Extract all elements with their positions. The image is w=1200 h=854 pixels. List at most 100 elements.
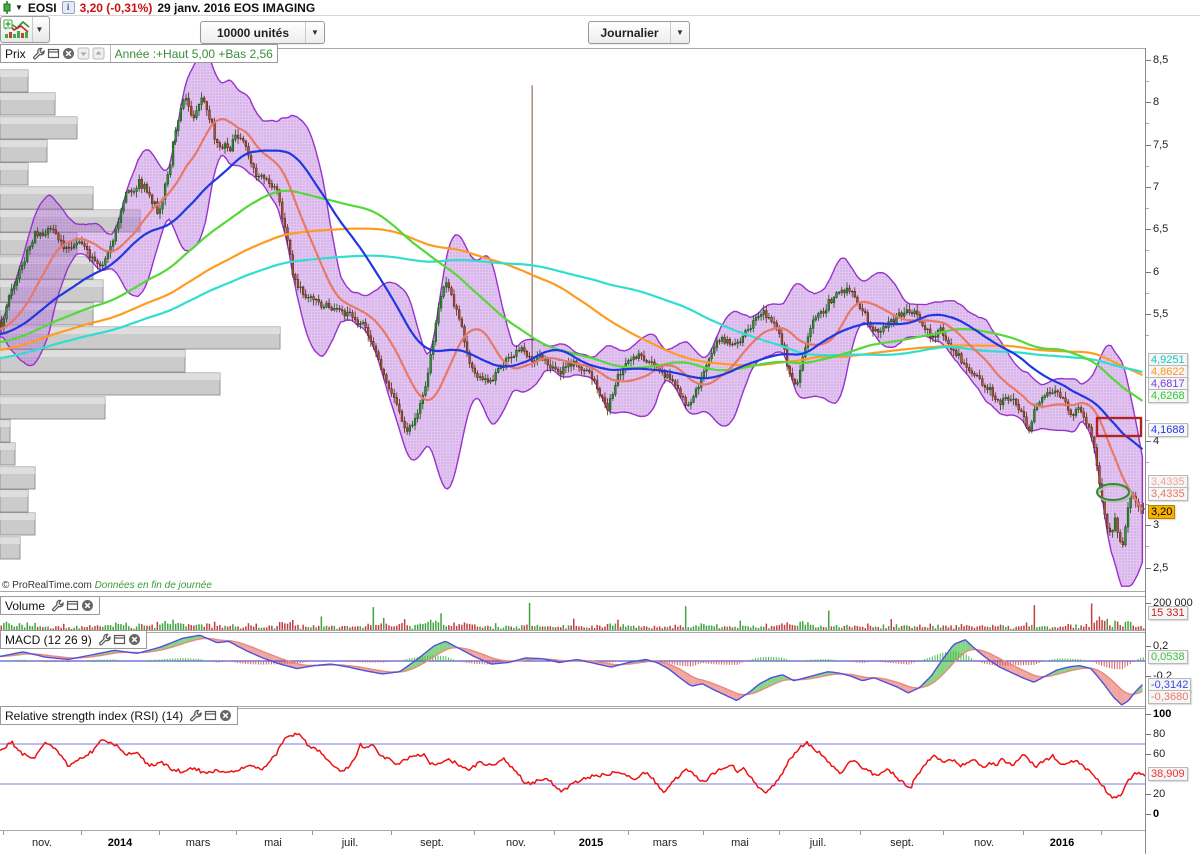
info-icon[interactable]: i <box>62 1 75 14</box>
price-pane-header: Prix Année :+Haut 5,00 +Bas 2,56 <box>0 44 278 63</box>
rsi-axis-tick <box>1146 714 1151 715</box>
indicator-value-label: 3,4335 <box>1148 487 1188 501</box>
price-axis-minor-tick <box>1146 462 1149 463</box>
wrench-icon[interactable] <box>189 709 202 722</box>
time-axis-label: 2016 <box>1050 837 1074 849</box>
price-axis-tick-label: 8,5 <box>1153 54 1168 66</box>
price-axis-tick <box>1146 60 1151 61</box>
macd-pane-header: MACD (12 26 9) <box>0 630 147 649</box>
copyright-note: © ProRealTime.com Données en fin de jour… <box>2 580 212 591</box>
rsi-axis-tick <box>1146 754 1151 755</box>
time-axis-tick <box>860 831 861 835</box>
price-axis-tick-label: 2,5 <box>1153 562 1168 574</box>
move-pane-down-icon[interactable] <box>77 47 90 60</box>
close-icon[interactable] <box>219 709 232 722</box>
price-axis-minor-tick <box>1146 420 1149 421</box>
quote-bar: ▼ EOSI i 3,20 (-0,31%) 29 janv. 2016 EOS… <box>0 0 1200 16</box>
price-axis-tick <box>1146 102 1151 103</box>
window-icon[interactable] <box>113 633 126 646</box>
time-axis-tick <box>1023 831 1024 835</box>
indicator-value-label: 4,6268 <box>1148 389 1188 403</box>
close-icon[interactable] <box>62 47 75 60</box>
time-axis-tick <box>3 831 4 835</box>
price-axis-tick-label: 5,5 <box>1153 308 1168 320</box>
time-axis-tick <box>312 831 313 835</box>
rsi-axis-tick <box>1146 814 1151 815</box>
indicator-value-label: 4,1688 <box>1148 423 1188 437</box>
macd-value-label: -0,3680 <box>1148 690 1191 704</box>
price-axis-column: 8,587,576,565,5432,54,92514,86224,68174,… <box>1145 48 1200 854</box>
volume-chart[interactable] <box>0 597 1145 630</box>
toolbar: 10000 unités ▼ Journalier ▼ ▼ <box>0 16 1200 47</box>
macd-value-label: 0,0538 <box>1148 650 1188 664</box>
price-axis-tick-label: 6,5 <box>1153 223 1168 235</box>
indicator-settings-button[interactable]: ▼ <box>0 16 50 43</box>
price-axis-tick-label: 7,5 <box>1153 139 1168 151</box>
price-axis-tick-label: 3 <box>1153 519 1159 531</box>
move-pane-up-icon[interactable] <box>92 47 105 60</box>
price-axis-tick <box>1146 314 1151 315</box>
time-axis-tick <box>628 831 629 835</box>
close-icon[interactable] <box>128 633 141 646</box>
chevron-down-icon: ▼ <box>32 17 46 42</box>
quote-change: 3,20 (-0,31%) <box>80 1 153 15</box>
time-axis-tick <box>159 831 160 835</box>
price-axis-tick-label: 8 <box>1153 96 1159 108</box>
rsi-axis-tick <box>1146 734 1151 735</box>
time-axis-label: nov. <box>974 837 994 849</box>
price-axis-tick <box>1146 272 1151 273</box>
quote-date-name: 29 janv. 2016 EOS IMAGING <box>157 1 315 15</box>
macd-axis-tick <box>1146 646 1151 647</box>
price-chart[interactable] <box>0 48 1145 591</box>
time-axis-label: mars <box>186 837 210 849</box>
period-select[interactable]: Journalier ▼ <box>588 21 690 44</box>
price-axis-tick-label: 7 <box>1153 181 1159 193</box>
rsi-current-label: 38,909 <box>1148 767 1188 781</box>
rsi-chart[interactable] <box>0 709 1145 830</box>
chart-indicator-icon <box>2 19 32 40</box>
price-axis-minor-tick <box>1146 335 1149 336</box>
macd-pane-title: MACD (12 26 9) <box>5 633 92 647</box>
rsi-axis-tick-label: 20 <box>1153 788 1165 800</box>
price-axis-tick-label: 6 <box>1153 266 1159 278</box>
close-icon[interactable] <box>81 599 94 612</box>
wrench-icon[interactable] <box>98 633 111 646</box>
wrench-icon[interactable] <box>51 599 64 612</box>
time-axis-tick <box>391 831 392 835</box>
time-axis-tick <box>236 831 237 835</box>
time-axis-label: mars <box>653 837 677 849</box>
time-axis: nov.2014marsmaijuil.sept.nov.2015marsmai… <box>0 831 1145 854</box>
last-price-label: 3,20 <box>1148 505 1175 519</box>
volume-pane-header: Volume <box>0 596 100 615</box>
volume-axis-tick <box>1146 603 1151 604</box>
year-high-low-annotation: Année :+Haut 5,00 +Bas 2,56 <box>115 47 273 61</box>
pane-separator <box>0 591 1200 592</box>
time-axis-label: nov. <box>32 837 52 849</box>
time-axis-label: sept. <box>890 837 914 849</box>
rsi-axis-tick-label: 0 <box>1153 808 1159 820</box>
price-axis-minor-tick <box>1146 546 1149 547</box>
symbol-dropdown-caret[interactable]: ▼ <box>15 3 23 12</box>
wrench-icon[interactable] <box>32 47 45 60</box>
time-axis-tick <box>554 831 555 835</box>
units-select[interactable]: 10000 unités ▼ <box>200 21 325 44</box>
time-axis-label: 2015 <box>579 837 603 849</box>
time-axis-tick <box>943 831 944 835</box>
window-icon[interactable] <box>204 709 217 722</box>
rsi-axis-tick-label: 60 <box>1153 748 1165 760</box>
symbol-label: EOSI <box>28 1 57 15</box>
price-axis-minor-tick <box>1146 123 1149 124</box>
window-icon[interactable] <box>66 599 79 612</box>
time-axis-tick <box>474 831 475 835</box>
time-axis-label: mai <box>731 837 749 849</box>
time-axis-label: 2014 <box>108 837 132 849</box>
candle-icon <box>2 1 12 14</box>
window-icon[interactable] <box>47 47 60 60</box>
price-axis-minor-tick <box>1146 81 1149 82</box>
macd-chart[interactable] <box>0 633 1145 706</box>
price-axis-tick <box>1146 229 1151 230</box>
price-axis-tick <box>1146 525 1151 526</box>
price-axis-tick <box>1146 187 1151 188</box>
price-axis-minor-tick <box>1146 293 1149 294</box>
price-axis-minor-tick <box>1146 208 1149 209</box>
